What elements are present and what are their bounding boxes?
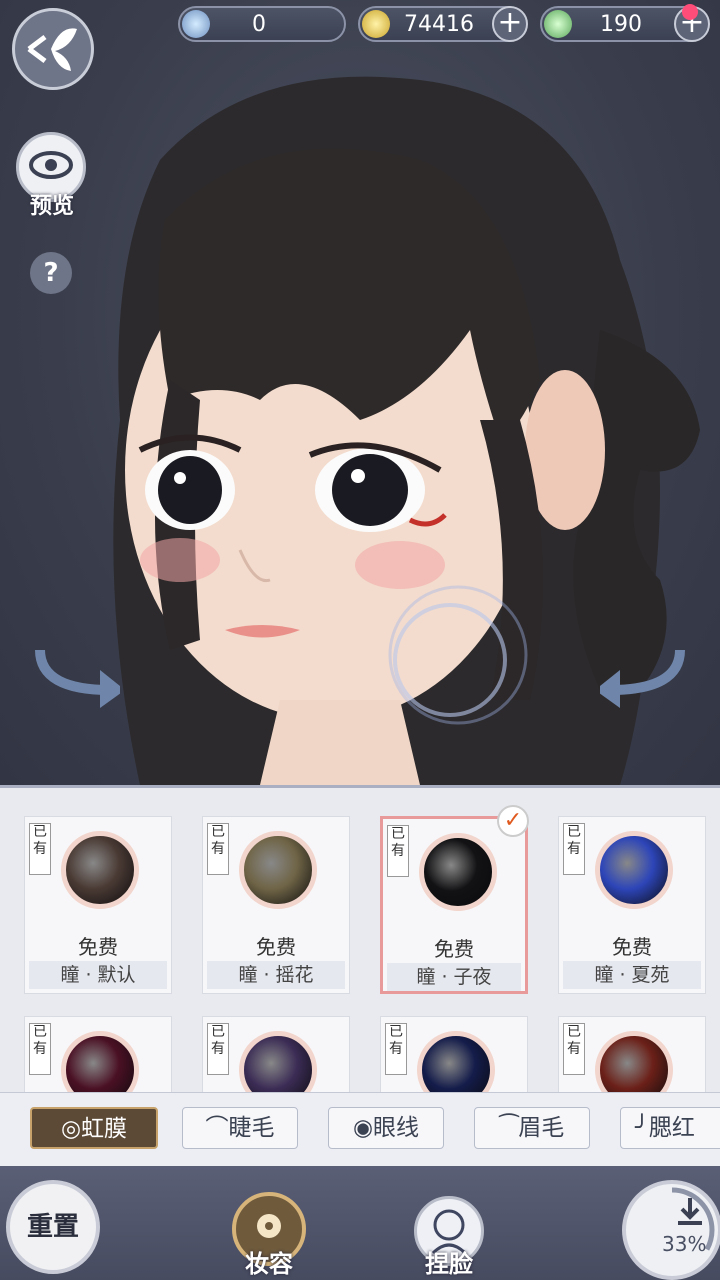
tab-lashes[interactable]: ⌒睫毛: [182, 1107, 298, 1149]
tab-eyebrows[interactable]: ⁀眉毛: [474, 1107, 590, 1149]
iris-item-card[interactable]: 已有: [558, 1016, 706, 1098]
owned-tag: 已有: [563, 823, 585, 875]
item-name: 瞳 · 摇花: [207, 961, 345, 989]
jade-value: 0: [252, 12, 266, 37]
item-name: 瞳 · 夏苑: [563, 961, 701, 989]
tab-iris[interactable]: ◎虹膜: [30, 1107, 158, 1149]
reset-button[interactable]: 重置: [6, 1180, 100, 1274]
item-price: 免费: [78, 935, 118, 959]
lash-icon: ⌒: [205, 1115, 229, 1141]
jade-icon: [182, 10, 210, 38]
iris-swatch: [61, 1031, 139, 1098]
item-price: 免费: [256, 935, 296, 959]
spirit-icon: [544, 10, 572, 38]
tab-blush-label: 腮红: [648, 1115, 695, 1141]
item-price: 免费: [612, 935, 652, 959]
iris-item-card[interactable]: 已有: [24, 1016, 172, 1098]
tab-eyeliner-label: 眼线: [373, 1115, 420, 1141]
iris-item-card[interactable]: 已有: [202, 1016, 350, 1098]
tab-lashes-label: 睫毛: [228, 1115, 275, 1141]
brow-icon: ⁀: [499, 1115, 519, 1141]
add-coin-button[interactable]: +: [492, 6, 528, 42]
circle-icon: ◎: [60, 1116, 82, 1142]
owned-tag: 已有: [29, 823, 51, 875]
iris-swatch: [595, 1031, 673, 1098]
iris-swatch: [417, 1031, 495, 1098]
iris-item-card[interactable]: 已有免费瞳 · 摇花: [202, 816, 350, 994]
coin-value: 74416: [404, 12, 474, 37]
save-progress-text: 33%: [662, 1232, 707, 1256]
blush-icon: ╯: [635, 1115, 649, 1141]
rotate-right-arrow-icon[interactable]: [600, 630, 690, 710]
item-price: 免费: [434, 937, 474, 961]
tab-blush[interactable]: ╯腮红: [620, 1107, 720, 1149]
face-shaping-label: 捏脸: [425, 1249, 473, 1278]
save-button[interactable]: 33%: [622, 1180, 720, 1280]
iris-item-card[interactable]: 已有免费瞳 · 夏苑: [558, 816, 706, 994]
iris-item-card[interactable]: 已有免费瞳 · 子夜 ✓: [380, 805, 529, 994]
iris-item-panel[interactable]: 已有 免费瞳 · 默认 已有 免费瞳 · 摇花 已有 免费瞳 · 子夜 ✓ 已有 免费瞳 · 夏…: [0, 785, 720, 1098]
download-icon: [678, 1198, 702, 1225]
category-tabs: ◎虹膜 ⌒睫毛 ◉眼线 ⁀眉毛 ╯腮红: [0, 1092, 720, 1167]
tab-iris-label: 虹膜: [81, 1116, 128, 1142]
iris-item-card[interactable]: 已有免费瞳 · 默认: [24, 816, 172, 994]
makeup-label: 妆容: [245, 1249, 293, 1278]
notification-dot: [682, 4, 698, 20]
item-name: 瞳 · 子夜: [387, 963, 521, 991]
owned-tag: 已有: [563, 1023, 585, 1075]
iris-swatch: [61, 831, 139, 909]
rotate-left-arrow-icon[interactable]: [30, 630, 120, 710]
coin-currency: 74416 +: [358, 6, 528, 42]
coin-icon: [362, 10, 390, 38]
back-butterfly-icon: [27, 28, 77, 71]
bottom-bar: 重置 妆容 捏脸 33%: [0, 1166, 720, 1280]
tab-eyeliner[interactable]: ◉眼线: [328, 1107, 444, 1149]
iris-swatch: [595, 831, 673, 909]
owned-tag: 已有: [207, 1023, 229, 1075]
back-button[interactable]: [12, 8, 94, 90]
iris-swatch: [419, 833, 497, 911]
item-name: 瞳 · 默认: [29, 961, 167, 989]
owned-tag: 已有: [29, 1023, 51, 1075]
jade-currency: 0: [178, 6, 346, 42]
iris-swatch: [239, 1031, 317, 1098]
spirit-currency: 190 +: [540, 4, 710, 42]
owned-tag: 已有: [385, 1023, 407, 1075]
tab-eyebrows-label: 眉毛: [518, 1115, 565, 1141]
iris-item-card[interactable]: 已有: [380, 1016, 528, 1098]
help-button[interactable]: ?: [30, 252, 72, 294]
iris-swatch: [239, 831, 317, 909]
spirit-value: 190: [600, 12, 642, 37]
preview-label: 预览: [29, 194, 74, 219]
reset-label: 重置: [26, 1212, 79, 1242]
owned-tag: 已有: [207, 823, 229, 875]
selected-check-icon: ✓: [497, 805, 529, 837]
eye-icon: ◉: [352, 1115, 374, 1141]
owned-tag: 已有: [387, 825, 409, 877]
